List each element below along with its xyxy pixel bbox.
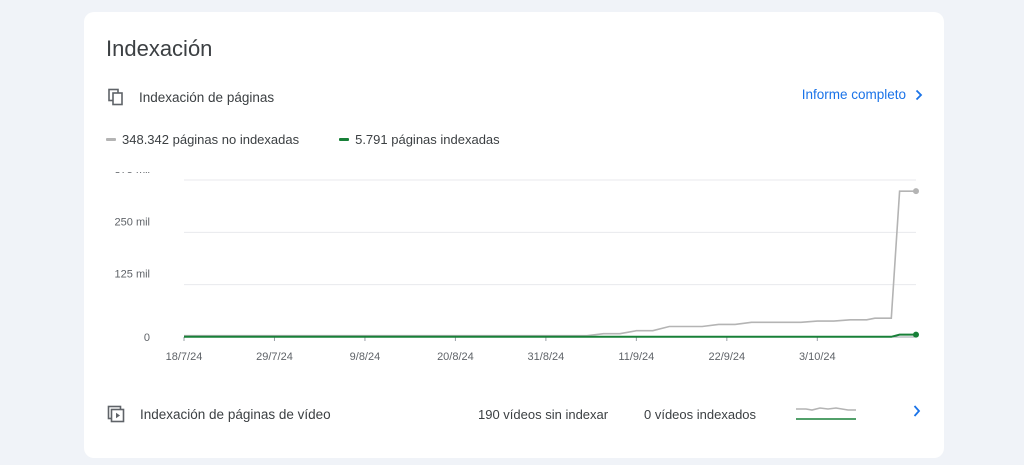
x-tick-label: 18/7/24 — [166, 351, 203, 363]
video-sparkline — [796, 407, 856, 420]
chevron-right-icon — [915, 89, 923, 100]
chart-legend: 348.342 páginas no indexadas 5.791 págin… — [106, 132, 500, 147]
series-line-not-indexed — [184, 190, 916, 337]
legend-item-indexed[interactable]: 5.791 páginas indexadas — [339, 132, 500, 147]
x-tick-label: 11/9/24 — [618, 351, 654, 363]
series-endpoint-not-indexed — [913, 188, 919, 195]
legend-label-not-indexed: 348.342 páginas no indexadas — [122, 132, 300, 147]
sparkline-not-indexed — [796, 407, 856, 411]
indexing-chart[interactable]: 0 125 mil 250 mil 375 mil 18/7/24 29/7/24 9/8/… — [84, 172, 944, 382]
x-tick-label: 22/9/24 — [708, 351, 745, 363]
video-chevron-right-icon[interactable] — [912, 404, 922, 418]
y-tick-label: 0 — [144, 332, 150, 344]
video-indexing-row[interactable]: Indexación de páginas de vídeo 190 vídeo… — [106, 402, 922, 428]
y-tick-label: 250 mil — [115, 216, 150, 228]
indexing-card: Indexación Indexación de páginas Informe… — [84, 12, 944, 458]
video-indexing-label: Indexación de páginas de vídeo — [140, 407, 331, 422]
legend-item-not-indexed[interactable]: 348.342 páginas no indexadas — [106, 132, 299, 147]
series-endpoint-indexed — [913, 331, 919, 338]
x-tick-label: 3/10/24 — [799, 351, 836, 363]
legend-swatch-not-indexed — [106, 138, 116, 141]
page-indexing-header: Indexación de páginas — [106, 87, 274, 107]
x-tick-label: 29/7/24 — [256, 351, 293, 363]
videos-indexed-count: 0 vídeos indexados — [644, 407, 757, 422]
videos-not-indexed-count: 190 vídeos sin indexar — [478, 407, 609, 422]
y-tick-label: 125 mil — [115, 269, 150, 281]
legend-label-indexed: 5.791 páginas indexadas — [355, 132, 500, 147]
video-page-icon — [106, 404, 126, 424]
y-tick-label: 375 mil — [115, 172, 150, 176]
x-tick-label: 9/8/24 — [350, 351, 381, 363]
legend-swatch-indexed — [339, 138, 350, 141]
card-title: Indexación — [106, 36, 213, 61]
x-tick-label: 20/8/24 — [437, 351, 474, 363]
copy-pages-icon — [106, 87, 126, 107]
full-report-link[interactable]: Informe completo — [802, 87, 924, 102]
x-tick-label: 31/8/24 — [528, 351, 565, 363]
full-report-label: Informe completo — [801, 87, 906, 102]
page-indexing-label: Indexación de páginas — [139, 89, 275, 105]
